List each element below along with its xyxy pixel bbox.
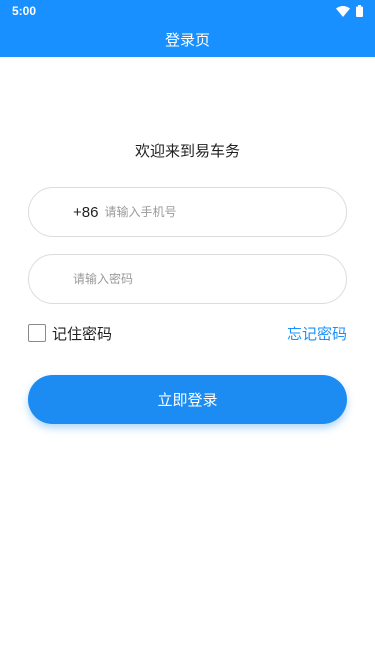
remember-row: 记住密码 忘记密码: [28, 322, 347, 344]
remember-label[interactable]: 记住密码: [52, 323, 112, 344]
password-input[interactable]: [73, 272, 273, 286]
login-button[interactable]: 立即登录: [28, 375, 347, 424]
remember-password-toggle[interactable]: 记住密码: [28, 323, 112, 344]
remember-checkbox[interactable]: [28, 324, 46, 342]
country-code-prefix: +86: [73, 203, 99, 221]
wifi-icon: [336, 2, 350, 21]
app-header: 登录页: [0, 22, 375, 57]
page-title: 登录页: [164, 31, 210, 49]
phone-field[interactable]: +86: [28, 187, 347, 237]
forgot-password-link[interactable]: 忘记密码: [287, 323, 347, 344]
phone-input[interactable]: [104, 205, 305, 219]
battery-icon: [356, 2, 363, 21]
password-field[interactable]: [28, 254, 347, 304]
status-bar: 5:00: [0, 0, 375, 22]
status-time: 5:00: [12, 4, 37, 18]
welcome-text: 欢迎来到易车务: [134, 142, 240, 160]
status-icons: [336, 2, 363, 21]
login-screen: 5:00 登录页 欢迎来到易车务 +86 记住密码: [0, 0, 375, 668]
